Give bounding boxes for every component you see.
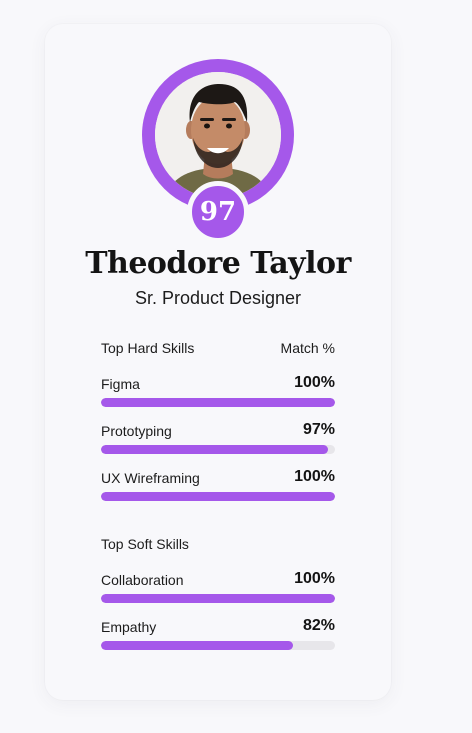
skill-progress-fill	[101, 594, 335, 603]
hard-skills-title: Top Hard Skills	[101, 340, 195, 356]
person-portrait-icon	[155, 72, 281, 198]
skill-progress-fill	[101, 492, 335, 501]
skill-item-collaboration: Collaboration 100%	[101, 568, 335, 603]
skill-name: Empathy	[101, 619, 157, 635]
skill-name: UX Wireframing	[101, 470, 200, 486]
skill-item-prototyping: Prototyping 97%	[101, 419, 335, 454]
skill-progress-fill	[101, 641, 293, 650]
skill-percent: 82%	[302, 617, 335, 634]
avatar-photo	[155, 72, 281, 198]
match-score-badge: 97	[187, 181, 249, 243]
skill-percent: 100%	[294, 468, 335, 485]
skill-percent: 100%	[294, 374, 335, 391]
candidate-name: Theodore Taylor	[85, 246, 351, 281]
skill-progress-bar	[101, 492, 335, 501]
skill-progress-fill	[101, 398, 335, 407]
hard-skills-header: Top Hard Skills Match %	[101, 340, 335, 356]
skill-progress-bar	[101, 398, 335, 407]
skill-progress-fill	[101, 445, 328, 454]
candidate-role: Sr. Product Designer	[134, 288, 302, 308]
soft-skills-header: Top Soft Skills	[101, 536, 335, 552]
profile-card: 97 Theodore Taylor Sr. Product Designer …	[45, 24, 391, 700]
skill-progress-bar	[101, 641, 335, 650]
skill-item-empathy: Empathy 82%	[101, 615, 335, 650]
skill-progress-bar	[101, 594, 335, 603]
skill-name: Figma	[101, 376, 140, 392]
skill-item-ux-wireframing: UX Wireframing 100%	[101, 466, 335, 501]
soft-skills-title: Top Soft Skills	[101, 536, 189, 552]
skill-name: Collaboration	[101, 572, 184, 588]
match-percent-label: Match %	[280, 340, 335, 356]
skill-progress-bar	[101, 445, 335, 454]
skill-item-figma: Figma 100%	[101, 372, 335, 407]
avatar: 97	[142, 59, 294, 243]
skill-percent: 97%	[302, 421, 335, 438]
skill-percent: 100%	[294, 570, 335, 587]
skill-name: Prototyping	[101, 423, 172, 439]
